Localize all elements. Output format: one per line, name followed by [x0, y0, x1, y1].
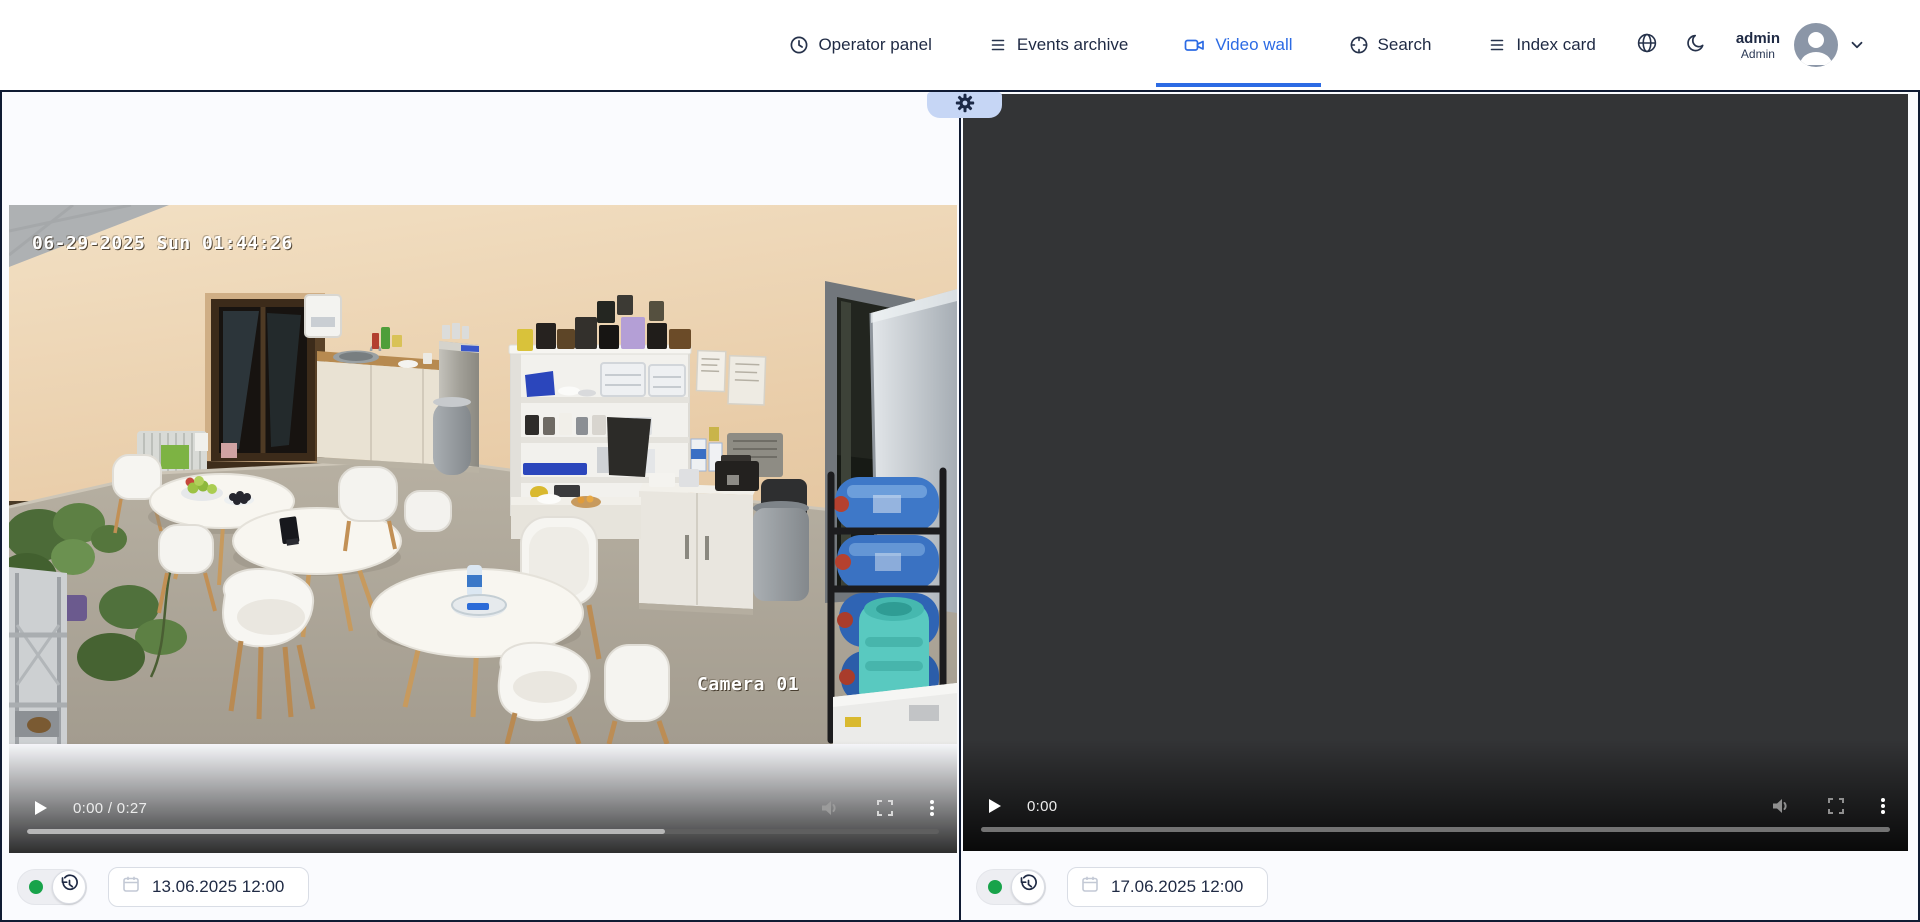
video-timeline[interactable] — [27, 829, 939, 834]
live-indicator — [988, 880, 1002, 894]
avatar — [1794, 23, 1838, 67]
live-indicator — [29, 880, 43, 894]
globe-icon — [1636, 32, 1658, 59]
player-footer-2: 17.06.2025 12:00 — [961, 853, 1918, 920]
language-button[interactable] — [1636, 32, 1658, 59]
datetime-value: 17.06.2025 12:00 — [1111, 877, 1243, 897]
datetime-input[interactable]: 17.06.2025 12:00 — [1067, 867, 1268, 907]
user-role: Admin — [1741, 47, 1775, 61]
history-button[interactable] — [1011, 870, 1045, 904]
video-camera-icon — [1184, 35, 1206, 55]
tab-events-archive[interactable]: Events archive — [988, 0, 1129, 90]
tab-search[interactable]: Search — [1349, 0, 1432, 90]
calendar-icon — [1080, 874, 1100, 899]
tab-label: Index card — [1516, 35, 1595, 55]
navbar-right: admin Admin — [1596, 0, 1866, 90]
camera-timestamp-overlay: 06-29-2025 Sun 01:44:26 — [32, 233, 293, 254]
play-button[interactable] — [985, 796, 1003, 816]
history-icon — [1017, 873, 1039, 900]
time-display: 0:00 / 0:27 — [73, 800, 147, 817]
calendar-icon — [121, 874, 141, 899]
tab-label: Video wall — [1215, 35, 1292, 55]
video-player-1[interactable]: 06-29-2025 Sun 01:44:26 Camera 01 0:00 /… — [9, 96, 957, 853]
camera-name-overlay: Camera 01 — [697, 674, 799, 695]
play-button[interactable] — [31, 798, 49, 818]
gear-icon — [955, 93, 975, 118]
volume-muted-icon[interactable] — [1770, 796, 1792, 816]
chevron-down-icon — [1848, 36, 1866, 54]
tab-label: Operator panel — [818, 35, 931, 55]
datetime-input[interactable]: 13.06.2025 12:00 — [108, 867, 309, 907]
user-texts: admin Admin — [1736, 30, 1780, 61]
radar-icon — [1349, 35, 1369, 55]
player-footer-1: 13.06.2025 12:00 — [2, 853, 959, 920]
list-icon — [988, 35, 1008, 55]
fullscreen-icon[interactable] — [1826, 796, 1846, 816]
time-display: 0:00 — [1027, 798, 1057, 815]
timeline-buffered — [27, 829, 665, 834]
top-navbar: Operator panel Events archive Video wall… — [0, 0, 1920, 92]
video-cell-1: 06-29-2025 Sun 01:44:26 Camera 01 0:00 /… — [2, 92, 959, 920]
video-controls: 0:00 — [963, 739, 1908, 851]
overflow-menu-icon[interactable] — [1880, 796, 1886, 816]
layout-settings-button[interactable] — [927, 92, 1002, 118]
tab-index-card[interactable]: Index card — [1487, 0, 1595, 90]
video-cell-2: 0:00 — [961, 92, 1918, 920]
moon-icon — [1686, 33, 1706, 58]
live-archive-toggle[interactable] — [976, 869, 1046, 905]
live-archive-toggle[interactable] — [17, 869, 87, 905]
video-player-2[interactable]: 0:00 — [963, 94, 1908, 851]
tab-operator-panel[interactable]: Operator panel — [789, 0, 931, 90]
history-button[interactable] — [52, 870, 86, 904]
history-icon — [58, 873, 80, 900]
overflow-menu-icon[interactable] — [929, 798, 935, 818]
tab-video-wall[interactable]: Video wall — [1184, 0, 1292, 90]
camera-frame — [9, 205, 957, 744]
video-controls: 0:00 / 0:27 — [9, 741, 957, 853]
user-menu[interactable]: admin Admin — [1736, 23, 1866, 67]
user-name: admin — [1736, 30, 1780, 47]
clock-icon — [789, 35, 809, 55]
volume-muted-icon[interactable] — [819, 798, 841, 818]
video-wall-content: 06-29-2025 Sun 01:44:26 Camera 01 0:00 /… — [0, 92, 1920, 922]
datetime-value: 13.06.2025 12:00 — [152, 877, 284, 897]
video-timeline[interactable] — [981, 827, 1890, 832]
list-icon — [1487, 35, 1507, 55]
dark-mode-button[interactable] — [1686, 33, 1706, 58]
main-nav: Operator panel Events archive Video wall… — [789, 0, 1595, 90]
tab-label: Search — [1378, 35, 1432, 55]
fullscreen-icon[interactable] — [875, 798, 895, 818]
tab-label: Events archive — [1017, 35, 1129, 55]
